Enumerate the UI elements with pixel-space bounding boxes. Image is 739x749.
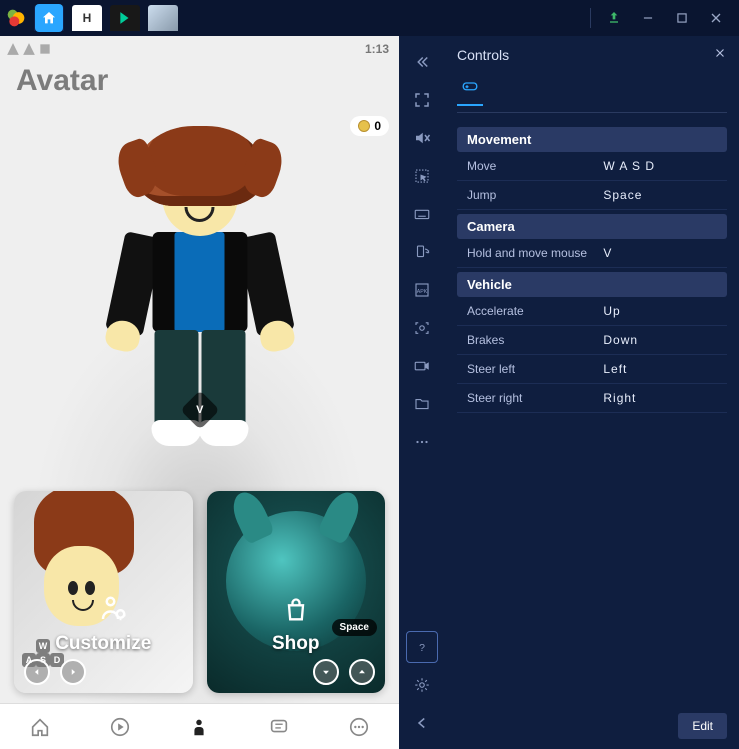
cursor-select-icon[interactable]	[406, 160, 438, 192]
control-row-label: Jump	[467, 188, 603, 202]
tab-home[interactable]	[34, 5, 64, 31]
coin-icon	[358, 120, 370, 132]
control-section-header: Camera	[457, 214, 727, 239]
android-status-icons	[6, 42, 52, 56]
control-row-value: Down	[603, 333, 717, 347]
minimize-button[interactable]	[631, 3, 665, 33]
settings-gear-icon[interactable]	[406, 669, 438, 701]
control-row: BrakesDown	[457, 326, 727, 355]
currency-badge[interactable]: 0	[350, 116, 389, 136]
control-row-value: V	[603, 246, 717, 260]
control-row-label: Move	[467, 159, 603, 173]
back-arrow-icon[interactable]	[406, 707, 438, 739]
more-tools-icon[interactable]	[406, 426, 438, 458]
titlebar: H	[0, 0, 739, 36]
control-row: Steer rightRight	[457, 384, 727, 413]
nav-play-icon[interactable]	[109, 716, 131, 738]
up-button[interactable]	[349, 659, 375, 685]
page-title: Avatar	[16, 64, 108, 98]
edit-button[interactable]: Edit	[678, 713, 727, 739]
help-icon[interactable]: ?	[406, 631, 438, 663]
screenshot-icon[interactable]	[406, 312, 438, 344]
customize-card[interactable]: W A S D Customize	[14, 491, 193, 693]
volume-mute-icon[interactable]	[406, 122, 438, 154]
panel-tab-gamepad-icon[interactable]	[457, 73, 483, 106]
status-time: 1:13	[365, 42, 389, 56]
rotate-icon[interactable]	[406, 236, 438, 268]
control-row: AccelerateUp	[457, 297, 727, 326]
control-row-value: W A S D	[603, 159, 717, 173]
close-panel-icon[interactable]	[713, 46, 727, 63]
control-row-label: Hold and move mouse	[467, 246, 603, 260]
control-row-label: Brakes	[467, 333, 603, 347]
apk-install-icon[interactable]: APK	[406, 274, 438, 306]
control-row-value: Right	[603, 391, 717, 405]
bottom-nav	[0, 703, 399, 749]
maximize-button[interactable]	[665, 3, 699, 33]
prev-button[interactable]	[24, 659, 50, 685]
tab-h[interactable]: H	[72, 5, 102, 31]
bluestacks-logo-icon	[6, 8, 26, 28]
next-button[interactable]	[60, 659, 86, 685]
record-icon[interactable]	[406, 350, 438, 382]
down-button[interactable]	[313, 659, 339, 685]
customize-label: Customize	[14, 633, 193, 655]
fullscreen-icon[interactable]	[406, 84, 438, 116]
close-window-button[interactable]	[699, 3, 733, 33]
folder-icon[interactable]	[406, 388, 438, 420]
controls-panel-title: Controls	[457, 47, 509, 63]
control-row-value: Left	[603, 362, 717, 376]
control-section-header: Vehicle	[457, 272, 727, 297]
shop-card[interactable]: Space Shop	[207, 491, 386, 693]
control-row-label: Accelerate	[467, 304, 603, 318]
upload-icon[interactable]	[597, 3, 631, 33]
avatar-figure: V	[90, 96, 310, 476]
shop-bag-icon	[282, 596, 310, 629]
control-row-label: Steer left	[467, 362, 603, 376]
nav-chat-icon[interactable]	[268, 716, 290, 738]
svg-text:?: ?	[419, 642, 425, 654]
control-row-value: Space	[603, 188, 717, 202]
game-viewport: 1:13 Avatar 0 V W	[0, 36, 399, 749]
control-row: MoveW A S D	[457, 152, 727, 181]
control-section-header: Movement	[457, 127, 727, 152]
nav-avatar-icon[interactable]	[188, 716, 210, 738]
nav-more-icon[interactable]	[348, 716, 370, 738]
tab-playstore[interactable]	[110, 5, 140, 31]
control-row-value: Up	[603, 304, 717, 318]
nav-home-icon[interactable]	[29, 716, 51, 738]
control-row: JumpSpace	[457, 181, 727, 210]
customize-icon	[98, 594, 128, 629]
currency-value: 0	[374, 119, 381, 133]
controls-panel: Controls MovementMoveW A S DJumpSpaceCam…	[445, 36, 739, 749]
svg-text:APK: APK	[417, 289, 428, 295]
control-row: Hold and move mouseV	[457, 239, 727, 268]
side-toolbar: APK ?	[399, 36, 445, 749]
shop-label: Shop	[207, 633, 386, 655]
keyboard-icon[interactable]	[406, 198, 438, 230]
control-row: Steer leftLeft	[457, 355, 727, 384]
tab-game[interactable]	[148, 5, 178, 31]
collapse-sidebar-icon[interactable]	[406, 46, 438, 78]
control-row-label: Steer right	[467, 391, 603, 405]
